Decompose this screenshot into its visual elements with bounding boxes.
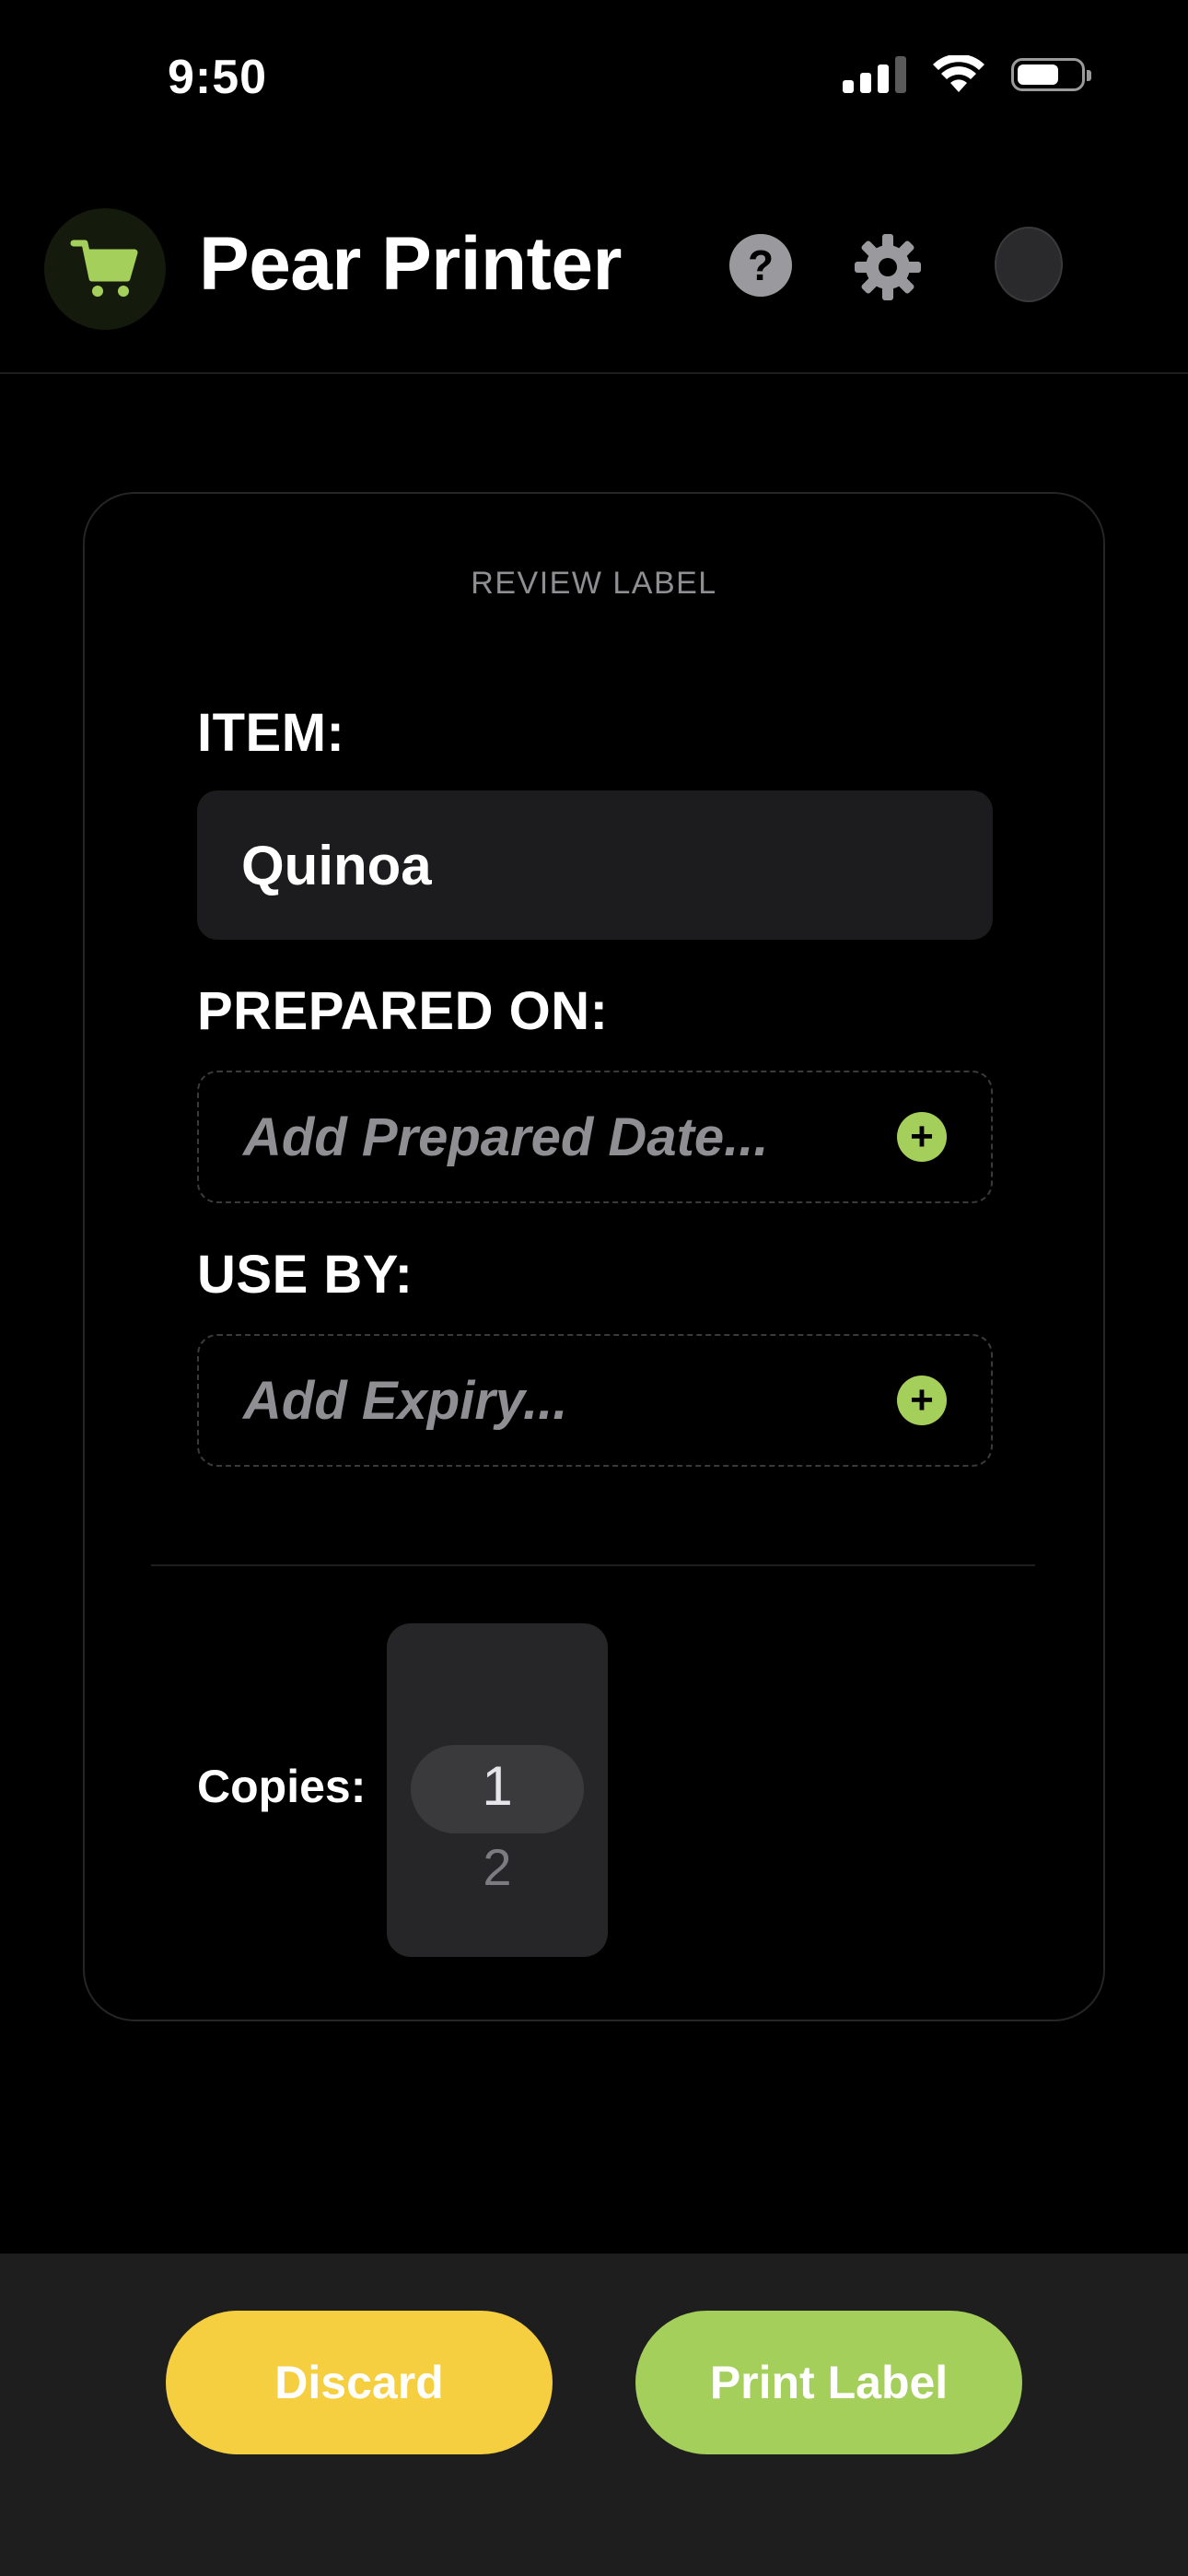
battery-icon <box>1011 58 1091 91</box>
wifi-icon <box>933 55 984 92</box>
app-title: Pear Printer <box>199 222 622 306</box>
cart-icon[interactable] <box>44 208 166 330</box>
use-by-label: USE BY: <box>197 1245 413 1305</box>
item-label: ITEM: <box>197 703 345 763</box>
add-expiry-icon[interactable]: + <box>897 1376 947 1425</box>
cellular-signal-icon <box>843 56 906 93</box>
gear-icon[interactable] <box>853 232 923 302</box>
bottom-action-bar: Discard Print Label <box>0 2254 1188 2576</box>
status-time: 9:50 <box>168 51 268 104</box>
plus-glyph: + <box>910 1114 934 1159</box>
app-header: Pear Printer ? <box>0 157 1188 374</box>
prepared-on-label: PREPARED ON: <box>197 981 609 1041</box>
expiry-field[interactable]: Add Expiry... + <box>197 1334 993 1467</box>
copies-picker[interactable]: 1 2 <box>387 1623 608 1957</box>
avatar[interactable] <box>995 227 1063 302</box>
item-field[interactable]: Quinoa <box>197 790 993 940</box>
copies-next-value[interactable]: 2 <box>387 1837 608 1897</box>
card-title: REVIEW LABEL <box>471 566 717 601</box>
help-icon[interactable]: ? <box>729 234 792 297</box>
status-icons <box>843 55 1091 94</box>
status-bar: 9:50 <box>0 0 1188 157</box>
item-value: Quinoa <box>241 834 432 896</box>
help-glyph: ? <box>747 241 775 289</box>
plus-glyph: + <box>910 1377 934 1423</box>
card-divider <box>151 1564 1035 1566</box>
review-label-card: REVIEW LABEL ITEM: Quinoa PREPARED ON: A… <box>83 492 1105 2021</box>
copies-label: Copies: <box>197 1761 367 1812</box>
print-label-button[interactable]: Print Label <box>635 2311 1022 2454</box>
discard-button[interactable]: Discard <box>166 2311 553 2454</box>
prepared-date-placeholder: Add Prepared Date... <box>243 1107 769 1167</box>
copies-selected-value[interactable]: 1 <box>387 1754 608 1818</box>
add-prepared-date-icon[interactable]: + <box>897 1112 947 1162</box>
expiry-placeholder: Add Expiry... <box>243 1370 568 1431</box>
prepared-date-field[interactable]: Add Prepared Date... + <box>197 1071 993 1203</box>
